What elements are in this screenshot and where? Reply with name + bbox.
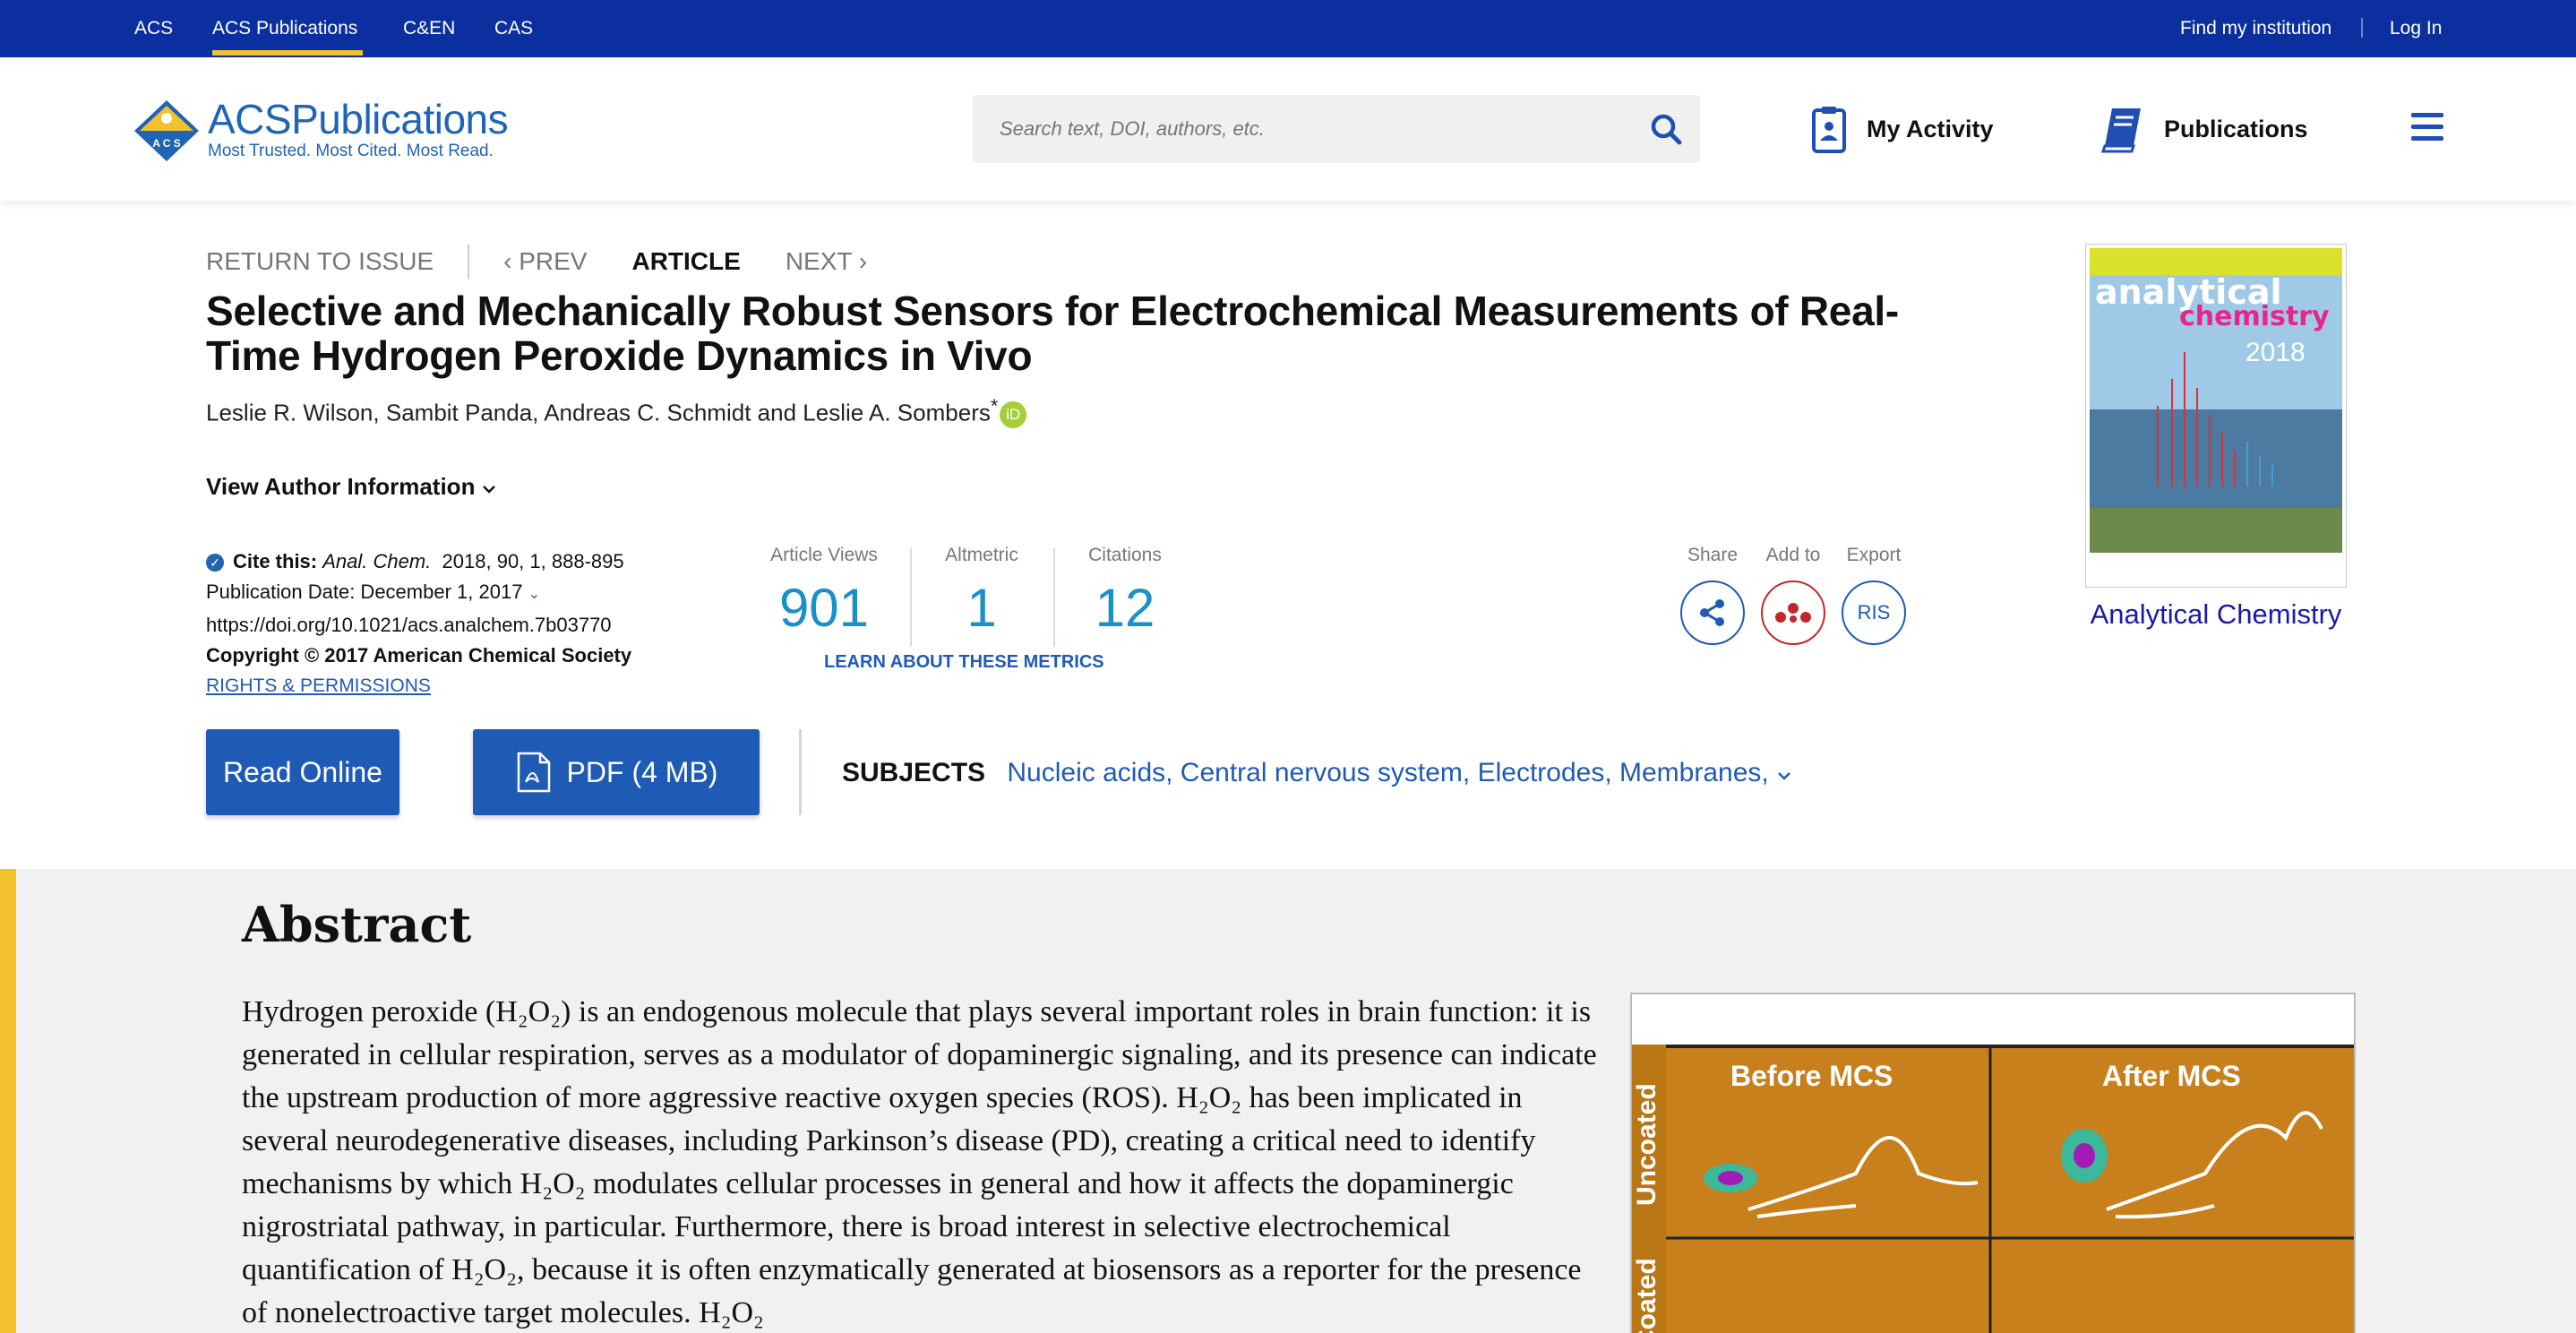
share-icon	[1700, 599, 1724, 626]
chevron-left-icon: ‹	[503, 247, 519, 275]
return-to-issue-link[interactable]: RETURN TO ISSUE	[206, 247, 434, 276]
export-ris-button[interactable]: RIS	[1842, 580, 1906, 645]
article-navigation: RETURN TO ISSUE ‹ PREV ARTICLE NEXT ›	[206, 244, 867, 280]
pdf-download-button[interactable]: PDF (4 MB)	[473, 729, 760, 815]
altmetric-label: Altmetric	[945, 545, 1018, 565]
svg-text:chemistry: chemistry	[2179, 301, 2330, 332]
citation-reference: 2018, 90, 1, 888-895	[442, 550, 624, 572]
article-metrics: Article Views 901 Altmetric 1 Citations …	[752, 545, 1162, 652]
publications-label: Publications	[2164, 115, 2308, 142]
journal-cover-image[interactable]: analytical chemistry 2018	[2085, 244, 2347, 588]
subjects-list[interactable]: Nucleic acids, Central nervous system, E…	[1007, 758, 1768, 787]
search-input[interactable]	[973, 95, 1627, 163]
toc-graphic[interactable]: Before MCS After MCS Uncoated Coated	[1630, 993, 2356, 1333]
export-label: Export	[1846, 545, 1902, 565]
nav-divider	[468, 245, 470, 279]
altmetric-value: 1	[966, 578, 997, 638]
topnav-acs-link[interactable]: ACS	[134, 0, 173, 57]
check-icon: ✓	[206, 554, 224, 572]
article-tools: Share Add to Export RIS	[1679, 545, 1911, 670]
acs-seal-icon: A C S	[134, 100, 199, 161]
chevron-down-icon: ⌄	[528, 587, 540, 602]
current-article-label: ARTICLE	[631, 247, 741, 275]
svg-text:2018: 2018	[2245, 338, 2306, 367]
article-views-label: Article Views	[770, 545, 878, 565]
publication-date[interactable]: Publication Date: December 1, 2017 ⌄	[206, 577, 631, 610]
logo-wordmark: ACSPublications	[208, 96, 509, 142]
share-label: Share	[1687, 545, 1739, 565]
rights-permissions-link[interactable]: RIGHTS & PERMISSIONS	[206, 671, 631, 701]
topnav-acs-publications-link[interactable]: ACS Publications	[212, 0, 357, 57]
svg-text:Before MCS: Before MCS	[1730, 1060, 1893, 1092]
clipboard-icon	[1812, 107, 1846, 153]
read-online-button[interactable]: Read Online	[206, 729, 399, 815]
active-tab-indicator	[212, 50, 363, 56]
article-views-value: 901	[778, 578, 870, 638]
chevron-down-icon[interactable]	[1776, 770, 1792, 781]
article-title: Selective and Mechanically Robust Sensor…	[206, 288, 1899, 379]
author-link[interactable]: Leslie A. Sombers	[803, 400, 991, 426]
topnav-cas-link[interactable]: CAS	[494, 0, 533, 57]
cite-this-label[interactable]: Cite this:	[233, 550, 317, 572]
add-to-tool: Add to	[1759, 545, 1827, 645]
export-tool: Export RIS	[1840, 545, 1908, 645]
subjects-divider	[799, 729, 802, 815]
subjects-row: SUBJECTS Nucleic acids, Central nervous …	[842, 758, 1792, 788]
acs-publications-logo[interactable]: A C S ACSPublications Most Trusted. Most…	[133, 95, 509, 167]
logo-tagline: Most Trusted. Most Cited. Most Read.	[208, 142, 494, 160]
doi-link[interactable]: https://doi.org/10.1021/acs.analchem.7b0…	[206, 610, 631, 641]
menu-hamburger-icon[interactable]	[2411, 113, 2443, 142]
author-link[interactable]: Sambit Panda,	[386, 400, 539, 426]
my-activity-label: My Activity	[1867, 115, 1994, 142]
topnav-cen-link[interactable]: C&EN	[403, 0, 455, 57]
author-link[interactable]: Leslie R. Wilson,	[206, 400, 380, 426]
search-icon[interactable]	[1648, 111, 1684, 147]
site-header: A C S ACSPublications Most Trusted. Most…	[0, 57, 2576, 201]
mendeley-icon	[1775, 603, 1811, 623]
svg-text:A C S: A C S	[152, 137, 181, 150]
citations-value: 12	[1095, 578, 1155, 638]
copyright-notice: Copyright © 2017 American Chemical Socie…	[206, 644, 632, 666]
orcid-icon[interactable]: iD	[1000, 400, 1027, 428]
prev-link[interactable]: ‹ PREV	[503, 247, 587, 276]
topnav-divider	[2361, 18, 2363, 38]
publications-button[interactable]: Publications	[2099, 104, 2308, 154]
share-button[interactable]	[1680, 580, 1745, 645]
abstract-text: Hydrogen peroxide (H₂O₂) is an endogenou…	[242, 995, 1597, 1329]
svg-text:Uncoated: Uncoated	[1632, 1083, 1662, 1206]
subjects-label: SUBJECTS	[842, 758, 986, 787]
view-author-information-toggle[interactable]: View Author Information	[206, 473, 496, 501]
share-tool: Share	[1679, 545, 1747, 645]
add-to-mendeley-button[interactable]	[1761, 580, 1825, 645]
abstract-section: Abstract Hydrogen peroxide (H₂O₂) is an …	[0, 869, 2576, 1333]
find-institution-link[interactable]: Find my institution	[2180, 0, 2331, 57]
pdf-button-label: PDF (4 MB)	[566, 755, 718, 788]
chevron-right-icon: ›	[851, 247, 868, 275]
author-link[interactable]: Andreas C. Schmidt	[544, 400, 751, 426]
chevron-down-icon	[482, 486, 495, 494]
author-conjunction: and	[757, 399, 797, 426]
add-to-label: Add to	[1765, 545, 1821, 565]
svg-text:Coated: Coated	[1632, 1258, 1662, 1333]
my-activity-button[interactable]: My Activity	[1811, 104, 1994, 154]
book-icon	[2100, 108, 2141, 153]
altmetric-metric[interactable]: Altmetric 1	[910, 545, 1053, 643]
top-navigation-bar: ACS ACS Publications C&EN CAS Find my in…	[0, 0, 2576, 57]
citation-block: ✓ Cite this: Anal. Chem. 2018, 90, 1, 888…	[206, 546, 631, 701]
svg-text:After MCS: After MCS	[2102, 1060, 2241, 1092]
citations-metric[interactable]: Citations 12	[1053, 545, 1197, 643]
journal-link[interactable]: Analytical Chemistry	[2085, 598, 2347, 631]
login-link[interactable]: Log In	[2390, 0, 2442, 57]
citations-label: Citations	[1088, 545, 1162, 565]
article-views-metric[interactable]: Article Views 901	[752, 545, 896, 643]
abstract-accent-bar	[0, 869, 16, 1333]
pdf-file-icon	[517, 752, 550, 793]
search-box	[973, 95, 1700, 163]
next-link[interactable]: NEXT ›	[786, 247, 867, 276]
corresponding-author-mark: *	[990, 394, 999, 417]
journal-abbrev: Anal. Chem.	[322, 550, 432, 572]
author-list: Leslie R. Wilson, Sambit Panda, Andreas …	[206, 394, 1027, 428]
learn-about-metrics-link[interactable]: LEARN ABOUT THESE METRICS	[824, 652, 1104, 673]
abstract-heading: Abstract	[242, 896, 472, 953]
